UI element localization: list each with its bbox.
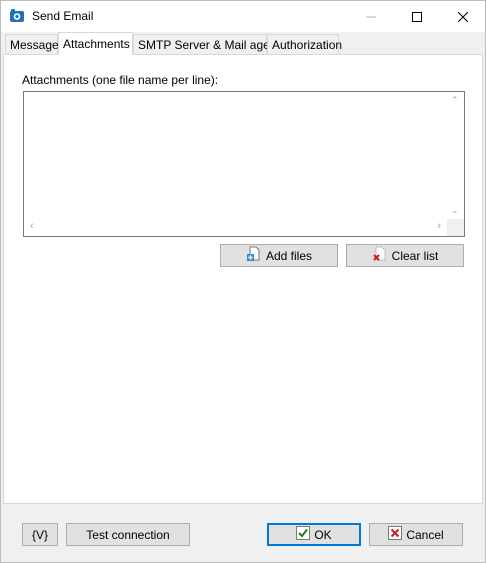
test-connection-button[interactable]: Test connection <box>66 523 190 546</box>
clear-list-button[interactable]: Clear list <box>346 244 464 267</box>
tab-attachments[interactable]: Attachments <box>58 32 133 55</box>
tab-smtp-server[interactable]: SMTP Server & Mail agent <box>133 34 280 54</box>
window-title: Send Email <box>32 9 94 23</box>
ok-label: OK <box>314 527 332 542</box>
maximize-icon <box>412 11 422 22</box>
scroll-left-icon[interactable]: ‹ <box>30 221 34 232</box>
tab-strip: Message Attachments SMTP Server & Mail a… <box>1 32 485 55</box>
send-email-window: Send Email Message Attachments SMTP Serv… <box>0 0 486 563</box>
tab-label: SMTP Server & Mail agent <box>138 38 280 52</box>
close-button[interactable] <box>440 1 486 32</box>
variables-label: {V} <box>31 527 49 542</box>
add-file-icon <box>246 246 262 265</box>
scroll-right-icon[interactable]: › <box>437 221 441 232</box>
tab-authorization[interactable]: Authorization <box>267 34 343 54</box>
test-connection-label: Test connection <box>86 527 170 542</box>
minimize-icon <box>366 16 376 17</box>
tab-message[interactable]: Message <box>5 34 59 54</box>
clear-list-label: Clear list <box>391 248 439 263</box>
variables-button[interactable]: {V} <box>22 523 58 546</box>
cancel-label: Cancel <box>406 527 444 542</box>
maximize-button[interactable] <box>394 1 440 32</box>
minimize-button[interactable] <box>348 1 394 32</box>
attachments-textarea[interactable]: ⌃ ⌄ ‹ › <box>23 91 465 237</box>
tab-label: Authorization <box>272 38 343 52</box>
send-email-icon <box>9 8 25 24</box>
attachments-page: Attachments (one file name per line): ⌃ … <box>3 54 483 504</box>
close-icon <box>458 11 468 22</box>
scroll-up-icon[interactable]: ⌃ <box>451 96 459 105</box>
red-x-icon <box>388 526 403 543</box>
add-files-label: Add files <box>265 248 313 263</box>
cancel-button[interactable]: Cancel <box>369 523 463 546</box>
tab-label: Attachments <box>63 37 130 51</box>
checkmark-icon <box>296 526 311 543</box>
horizontal-scrollbar[interactable]: ‹ › <box>24 219 447 236</box>
title-bar[interactable]: Send Email <box>1 1 485 32</box>
tab-label: Message <box>10 38 59 52</box>
scroll-down-icon[interactable]: ⌄ <box>451 206 459 215</box>
vertical-scrollbar[interactable]: ⌃ ⌄ <box>447 92 464 219</box>
ok-button[interactable]: OK <box>267 523 361 546</box>
attachments-label: Attachments (one file name per line): <box>22 73 219 87</box>
clear-list-icon <box>372 246 388 265</box>
scroll-corner <box>447 219 464 236</box>
add-files-button[interactable]: Add files <box>220 244 338 267</box>
